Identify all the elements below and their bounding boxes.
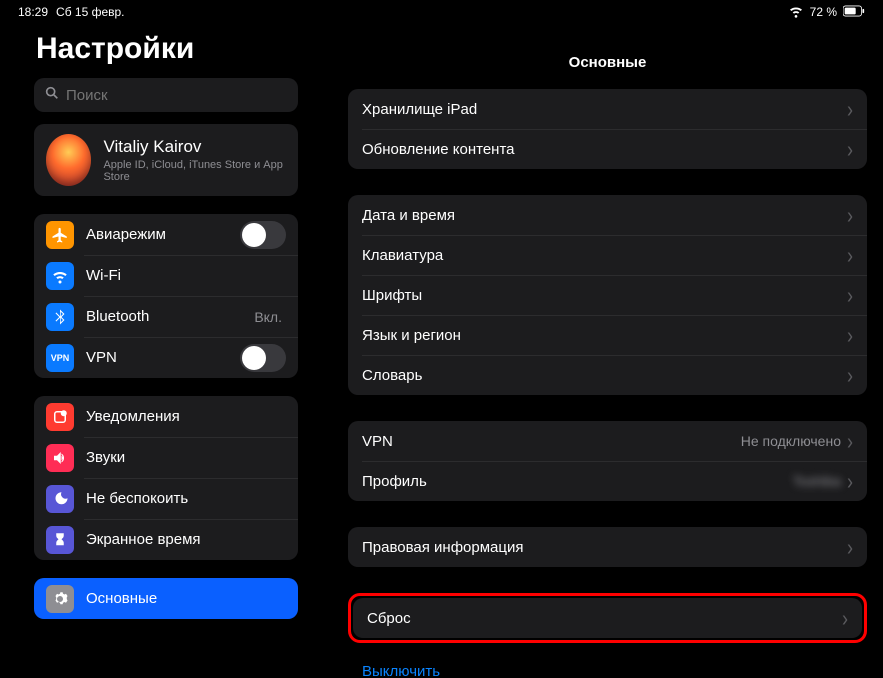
- legal-row[interactable]: Правовая информация ›: [348, 527, 867, 567]
- vpn-profile-group: VPN Не подключено › Профиль Toshiba ›: [348, 421, 867, 501]
- dictionary-row[interactable]: Словарь ›: [348, 355, 867, 395]
- screentime-label: Экранное время: [86, 531, 286, 548]
- status-battery: 72 %: [810, 5, 837, 19]
- chevron-right-icon: ›: [847, 469, 853, 492]
- fonts-row[interactable]: Шрифты ›: [348, 275, 867, 315]
- screentime-row[interactable]: Экранное время: [34, 519, 298, 560]
- wifi-row[interactable]: Wi-Fi: [34, 255, 298, 296]
- vpn-icon: VPN: [46, 344, 74, 372]
- bluetooth-label: Bluetooth: [86, 308, 242, 325]
- profile-value: Toshiba: [793, 473, 841, 489]
- chevron-right-icon: ›: [847, 535, 853, 558]
- wifi-icon: [788, 3, 804, 22]
- shutdown-button[interactable]: Выключить: [348, 657, 867, 678]
- general-row[interactable]: Основные: [34, 578, 298, 619]
- status-date: Сб 15 февр.: [56, 5, 124, 19]
- datetime-row[interactable]: Дата и время ›: [348, 195, 867, 235]
- language-row[interactable]: Язык и регион ›: [348, 315, 867, 355]
- reset-row[interactable]: Сброс ›: [353, 598, 862, 638]
- vpn-row[interactable]: VPN VPN: [34, 337, 298, 378]
- airplane-switch[interactable]: [240, 221, 286, 249]
- reset-highlight: Сброс ›: [348, 593, 867, 643]
- keyboard-row[interactable]: Клавиатура ›: [348, 235, 867, 275]
- reset-label: Сброс: [367, 610, 842, 627]
- language-label: Язык и регион: [362, 327, 847, 344]
- settings-sidebar: Настройки Vitaliy Kairov Apple ID, iClou…: [0, 24, 332, 678]
- chevron-right-icon: ›: [847, 243, 853, 266]
- sounds-icon: [46, 444, 74, 472]
- wifi-label: Wi-Fi: [86, 267, 270, 284]
- dnd-label: Не беспокоить: [86, 490, 286, 507]
- detail-title: Основные: [332, 24, 883, 89]
- status-bar: 18:29 Сб 15 февр. 72 %: [0, 0, 883, 24]
- legal-label: Правовая информация: [362, 539, 847, 556]
- battery-icon: [843, 5, 865, 20]
- background-refresh-label: Обновление контента: [362, 141, 847, 158]
- airplane-label: Авиарежим: [86, 226, 228, 243]
- detail-vpn-label: VPN: [362, 433, 741, 450]
- chevron-right-icon: ›: [847, 283, 853, 306]
- status-time: 18:29: [18, 5, 48, 19]
- avatar: [46, 134, 91, 186]
- dictionary-label: Словарь: [362, 367, 847, 384]
- general-group: Основные: [34, 578, 298, 619]
- airplane-icon: [46, 221, 74, 249]
- storage-row[interactable]: Хранилище iPad ›: [348, 89, 867, 129]
- sounds-row[interactable]: Звуки: [34, 437, 298, 478]
- settings-title: Настройки: [10, 24, 322, 78]
- sounds-label: Звуки: [86, 449, 286, 466]
- datetime-label: Дата и время: [362, 207, 847, 224]
- bluetooth-row[interactable]: Bluetooth Вкл.: [34, 296, 298, 337]
- locale-group: Дата и время › Клавиатура › Шрифты › Язы…: [348, 195, 867, 395]
- bluetooth-value: Вкл.: [254, 309, 282, 325]
- notifications-icon: [46, 403, 74, 431]
- notifications-label: Уведомления: [86, 408, 286, 425]
- detail-vpn-value: Не подключено: [741, 433, 841, 449]
- dnd-row[interactable]: Не беспокоить: [34, 478, 298, 519]
- general-icon: [46, 585, 74, 613]
- chevron-right-icon: ›: [847, 429, 853, 452]
- chevron-right-icon: ›: [847, 97, 853, 120]
- search-box[interactable]: [34, 78, 298, 112]
- alerts-group: Уведомления Звуки Не беспокоить Экранное…: [34, 396, 298, 560]
- chevron-right-icon: ›: [842, 606, 848, 629]
- reset-group: Сброс ›: [353, 598, 862, 638]
- detail-pane: Основные Хранилище iPad › Обновление кон…: [332, 24, 883, 678]
- chevron-right-icon: ›: [847, 203, 853, 226]
- vpn-switch[interactable]: [240, 344, 286, 372]
- keyboard-label: Клавиатура: [362, 247, 847, 264]
- network-group: Авиарежим Wi-Fi Bluetooth Вкл. VPN VPN: [34, 214, 298, 378]
- notifications-row[interactable]: Уведомления: [34, 396, 298, 437]
- general-label: Основные: [86, 590, 286, 607]
- bluetooth-icon: [46, 303, 74, 331]
- screentime-icon: [46, 526, 74, 554]
- storage-label: Хранилище iPad: [362, 101, 847, 118]
- chevron-right-icon: ›: [847, 137, 853, 160]
- chevron-right-icon: ›: [847, 323, 853, 346]
- search-input[interactable]: [66, 87, 288, 104]
- apple-id-row[interactable]: Vitaliy Kairov Apple ID, iCloud, iTunes …: [34, 124, 298, 196]
- vpn-label: VPN: [86, 349, 228, 366]
- storage-group: Хранилище iPad › Обновление контента ›: [348, 89, 867, 169]
- account-sub: Apple ID, iCloud, iTunes Store и App Sto…: [103, 159, 286, 183]
- search-icon: [44, 85, 60, 106]
- detail-vpn-row[interactable]: VPN Не подключено ›: [348, 421, 867, 461]
- airplane-row[interactable]: Авиарежим: [34, 214, 298, 255]
- wifi-row-icon: [46, 262, 74, 290]
- profile-row[interactable]: Профиль Toshiba ›: [348, 461, 867, 501]
- fonts-label: Шрифты: [362, 287, 847, 304]
- legal-group: Правовая информация ›: [348, 527, 867, 567]
- dnd-icon: [46, 485, 74, 513]
- account-name: Vitaliy Kairov: [103, 137, 286, 157]
- chevron-right-icon: ›: [847, 363, 853, 386]
- background-refresh-row[interactable]: Обновление контента ›: [348, 129, 867, 169]
- profile-label: Профиль: [362, 473, 793, 490]
